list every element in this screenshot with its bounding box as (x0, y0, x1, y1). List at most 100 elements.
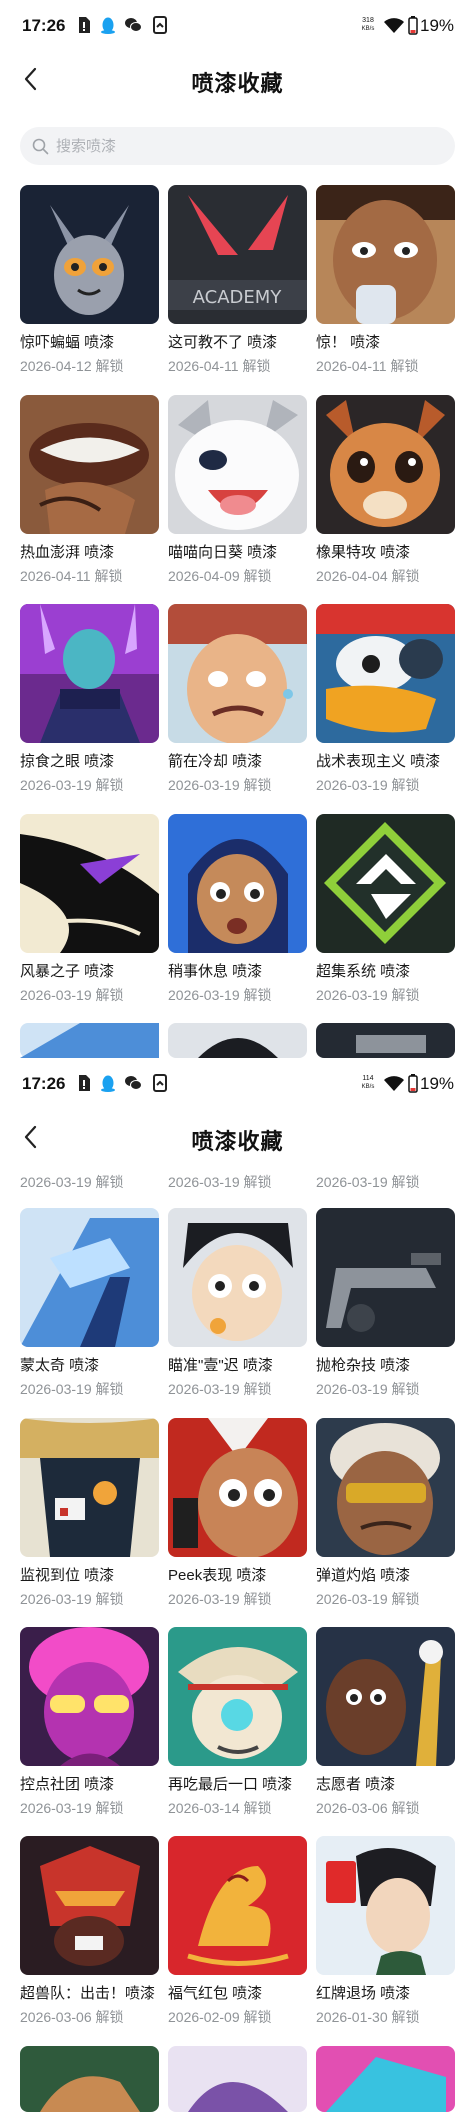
status-time: 17:26 (22, 1074, 66, 1093)
spray-name: 风暴之子 喷漆 (20, 963, 115, 980)
spray-unlock-date: 2026-03-06 解锁 (20, 2009, 124, 2025)
spray-unlock-date: 2026-03-14 解锁 (168, 1800, 272, 1816)
spray-card[interactable]: 蒙太奇 喷漆 2026-03-19 解锁 (20, 1208, 159, 1397)
spray-unlock-date: 2026-03-19 解锁 (20, 1174, 124, 1190)
qq-penguin-icon (101, 17, 115, 34)
spray-unlock-date: 2026-03-19 解锁 (20, 777, 124, 793)
spray-name: 稍事休息 喷漆 (168, 963, 263, 980)
spray-unlock-date: 2026-03-19 解锁 (20, 1800, 124, 1816)
spray-card[interactable]: Peek表现 喷漆 2026-03-19 解锁 (168, 1418, 307, 1607)
spray-card[interactable]: 掠食之眼 喷漆 2026-03-19 解锁 (20, 604, 159, 793)
spray-card[interactable]: 橡果特攻 喷漆 2026-04-04 解锁 (316, 395, 455, 584)
spray-unlock-date: 2026-04-04 解锁 (316, 568, 420, 584)
spray-card[interactable]: 箭在冷却 喷漆 2026-03-19 解锁 (168, 604, 307, 793)
spray-grid: 2026-03-19 解锁 2026-03-19 解锁 2026-03-19 解… (0, 1166, 475, 2112)
spray-card[interactable]: 稍事休息 喷漆 2026-03-19 解锁 (168, 814, 307, 1003)
screenshot-bottom: 17:26 114 KB/s 19% 喷漆收藏 2026-03-19 解锁 202… (0, 1058, 475, 2112)
spray-thumbnail-surprised (316, 185, 455, 324)
spray-unlock-date: 2026-03-19 解锁 (168, 1381, 272, 1397)
spray-card[interactable]: 抛枪杂技 喷漆 2026-03-19 解锁 (316, 1208, 455, 1397)
spray-card[interactable]: ACADEMY 这可教不了 喷漆 2026-04-11 解锁 (168, 185, 307, 374)
academy-logo-text: ACADEMY (193, 287, 283, 308)
spray-card[interactable]: 福气红包 喷漆 2026-02-09 解锁 (168, 1836, 307, 2025)
spray-thumbnail-break-time (168, 814, 307, 953)
spray-name: 掠食之眼 喷漆 (20, 753, 115, 770)
page-title: 喷漆收藏 (191, 1129, 284, 1154)
spray-thumbnail-partial (168, 2046, 307, 2112)
spray-unlock-date: 2026-03-19 解锁 (168, 987, 272, 1003)
spray-thumbnail-surveillance (20, 1418, 159, 1557)
search-input[interactable] (56, 127, 436, 165)
spray-thumbnail-control-club (20, 1627, 159, 1766)
spray-card[interactable]: 惊吓蝙蝠 喷漆 2026-04-12 解锁 (20, 185, 159, 374)
spray-unlock-date: 2026-01-30 解锁 (316, 2009, 420, 2025)
network-speed: 318 KB/s (361, 17, 375, 32)
spray-unlock-date: 2026-03-19 解锁 (20, 1591, 124, 1607)
network-speed: 114 KB/s (361, 1075, 375, 1090)
search-icon (32, 138, 49, 155)
spray-unlock-date: 2026-03-19 解锁 (168, 1591, 272, 1607)
spray-thumbnail-arrow-cooldown (168, 604, 307, 743)
spray-unlock-date: 2026-03-19 解锁 (168, 777, 272, 793)
spray-thumbnail-fired-up (20, 395, 159, 534)
spray-card[interactable]: 超集系统 喷漆 2026-03-19 解锁 (316, 814, 455, 1003)
spray-name: 抛枪杂技 喷漆 (316, 1357, 411, 1374)
spray-thumbnail-peek (168, 1418, 307, 1557)
wechat-icon (125, 18, 142, 32)
spray-card[interactable]: 风暴之子 喷漆 2026-03-19 解锁 (20, 814, 159, 1003)
spray-name: 喵喵向日葵 喷漆 (168, 544, 278, 561)
spray-card[interactable]: 瞄准"壹"迟 喷漆 2026-03-19 解锁 (168, 1208, 307, 1397)
spray-card[interactable]: 喵喵向日葵 喷漆 2026-04-09 解锁 (168, 395, 307, 584)
battery-percent: 19% (420, 16, 455, 35)
spray-thumbnail-volunteer (316, 1627, 455, 1766)
spray-unlock-date: 2026-04-11 解锁 (168, 358, 271, 374)
app-bar: 喷漆收藏 (0, 56, 475, 102)
spray-card[interactable]: 惊！ 喷漆 2026-04-11 解锁 (316, 185, 455, 374)
spray-unlock-date: 2026-03-06 解锁 (316, 1800, 420, 1816)
battery-icon (408, 1074, 418, 1093)
spray-unlock-date: 2026-03-19 解锁 (316, 777, 420, 793)
spray-card[interactable]: 热血澎湃 喷漆 2026-04-11 解锁 (20, 395, 159, 584)
spray-unlock-date: 2026-03-19 解锁 (316, 987, 420, 1003)
spray-card[interactable]: 红牌退场 喷漆 2026-01-30 解锁 (316, 1836, 455, 2025)
spray-card[interactable]: 再吃最后一口 喷漆 2026-03-14 解锁 (168, 1627, 307, 1816)
spray-thumbnail-bat (20, 185, 159, 324)
spray-name: 惊！ 喷漆 (316, 334, 381, 351)
app-notification-icon (153, 1074, 167, 1092)
spray-thumbnail-academy: ACADEMY (168, 185, 307, 324)
spray-thumbnail-ballistic-flame (316, 1418, 455, 1557)
app-notification-icon (153, 16, 167, 34)
spray-name: 战术表现主义 喷漆 (316, 753, 441, 770)
spray-card[interactable]: 战术表现主义 喷漆 2026-03-19 解锁 (316, 604, 455, 793)
app-bar: 喷漆收藏 (0, 1114, 475, 1160)
spray-unlock-date: 2026-04-11 解锁 (20, 568, 123, 584)
spray-thumbnail-tactical-duck (316, 604, 455, 743)
spray-card[interactable]: 控点社团 喷漆 2026-03-19 解锁 (20, 1627, 159, 1816)
spray-name: 监视到位 喷漆 (20, 1567, 115, 1584)
spray-name: 橡果特攻 喷漆 (316, 544, 411, 561)
spray-unlock-date: 2026-03-19 解锁 (316, 1591, 420, 1607)
spray-name: 福气红包 喷漆 (168, 1985, 263, 2002)
spray-thumbnail-beast-squad (20, 1836, 159, 1975)
spray-thumbnail-red-card (316, 1836, 455, 1975)
spray-card[interactable]: 超兽队：出击！喷漆 2026-03-06 解锁 (20, 1836, 159, 2025)
spray-card[interactable]: 志愿者 喷漆 2026-03-06 解锁 (316, 1627, 455, 1816)
spray-thumbnail-aim-delay (168, 1208, 307, 1347)
spray-card[interactable]: 监视到位 喷漆 2026-03-19 解锁 (20, 1418, 159, 1607)
battery-percent: 19% (420, 1074, 455, 1093)
spray-unlock-date: 2026-03-19 解锁 (316, 1174, 420, 1190)
sim-card-icon (79, 17, 90, 33)
spray-thumbnail-gun-toss (316, 1208, 455, 1347)
spray-card[interactable]: 弹道灼焰 喷漆 2026-03-19 解锁 (316, 1418, 455, 1607)
spray-name: 弹道灼焰 喷漆 (316, 1567, 411, 1584)
spray-name: 热血澎湃 喷漆 (20, 544, 115, 561)
spray-unlock-date: 2026-03-19 解锁 (20, 987, 124, 1003)
spray-name: 控点社团 喷漆 (20, 1776, 115, 1793)
wifi-icon (384, 1076, 404, 1091)
spray-name: 再吃最后一口 喷漆 (168, 1776, 293, 1793)
wechat-icon (125, 1076, 142, 1090)
search-bar[interactable] (20, 127, 455, 165)
spray-thumbnail-predator-eye (20, 604, 159, 743)
spray-unlock-date: 2026-03-19 解锁 (20, 1381, 124, 1397)
spray-name: 箭在冷却 喷漆 (168, 753, 263, 770)
